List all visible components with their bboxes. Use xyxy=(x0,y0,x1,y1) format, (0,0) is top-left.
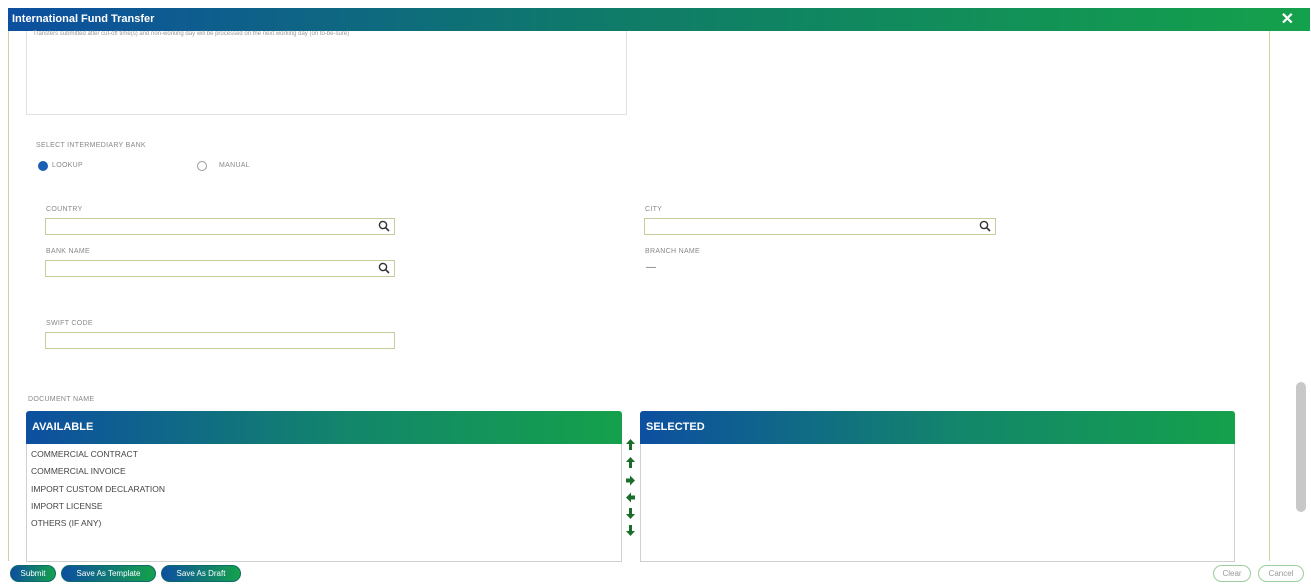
modal-title: International Fund Transfer xyxy=(12,13,155,25)
available-doc-item[interactable]: IMPORT LICENSE xyxy=(31,501,102,511)
manual-radio[interactable] xyxy=(197,161,207,171)
country-input[interactable] xyxy=(45,218,395,235)
left-border xyxy=(8,31,9,561)
save-template-button[interactable]: Save As Template xyxy=(61,565,156,582)
manual-label: MANUAL xyxy=(219,162,250,169)
right-border xyxy=(1269,31,1270,561)
country-search-icon[interactable] xyxy=(378,220,390,232)
bank-name-input[interactable] xyxy=(45,260,395,277)
city-search-icon[interactable] xyxy=(979,220,991,232)
submit-button[interactable]: Submit xyxy=(10,565,56,582)
available-doc-item[interactable]: COMMERCIAL CONTRACT xyxy=(31,449,138,459)
move-bottom-icon[interactable] xyxy=(626,525,635,536)
move-right-icon[interactable] xyxy=(626,475,635,486)
selected-header: SELECTED xyxy=(640,411,1235,444)
document-name-label: DOCUMENT NAME xyxy=(28,396,95,403)
intermediary-bank-label: SELECT INTERMEDIARY BANK xyxy=(36,142,146,149)
scrollbar-thumb[interactable] xyxy=(1296,382,1306,512)
selected-list xyxy=(640,444,1235,562)
city-label: CITY xyxy=(645,206,663,213)
available-doc-item[interactable]: IMPORT CUSTOM DECLARATION xyxy=(31,484,165,494)
branch-name-label: BRANCH NAME xyxy=(645,248,701,255)
move-down-icon[interactable] xyxy=(626,508,635,519)
lookup-radio[interactable] xyxy=(38,161,48,171)
available-header: AVAILABLE xyxy=(26,411,622,444)
move-left-icon[interactable] xyxy=(626,492,635,503)
available-doc-item[interactable]: OTHERS (IF ANY) xyxy=(31,518,101,528)
fund-transfer-modal: International Fund Transfer ✕ Transfers … xyxy=(0,0,1311,585)
move-top-icon[interactable] xyxy=(626,439,635,450)
available-doc-item[interactable]: COMMERCIAL INVOICE xyxy=(31,466,126,476)
branch-name-value: — xyxy=(646,262,656,273)
bank-name-label: BANK NAME xyxy=(46,248,90,255)
swift-code-label: SWIFT CODE xyxy=(46,320,93,327)
country-label: COUNTRY xyxy=(46,206,83,213)
clear-button[interactable]: Clear xyxy=(1213,565,1251,582)
lookup-label: LOOKUP xyxy=(52,162,83,169)
move-up-icon[interactable] xyxy=(626,457,635,468)
save-draft-button[interactable]: Save As Draft xyxy=(161,565,241,582)
cancel-button[interactable]: Cancel xyxy=(1258,565,1304,582)
notice-text: Transfers submitted after cut-off time(s… xyxy=(33,31,350,37)
notice-box: Transfers submitted after cut-off time(s… xyxy=(26,31,627,115)
city-input[interactable] xyxy=(644,218,996,235)
modal-title-bar: International Fund Transfer ✕ xyxy=(8,8,1310,31)
bank-search-icon[interactable] xyxy=(378,262,390,274)
swift-code-input[interactable] xyxy=(45,332,395,349)
close-icon[interactable]: ✕ xyxy=(1281,8,1294,31)
available-list: COMMERCIAL CONTRACT COMMERCIAL INVOICE I… xyxy=(26,444,622,562)
